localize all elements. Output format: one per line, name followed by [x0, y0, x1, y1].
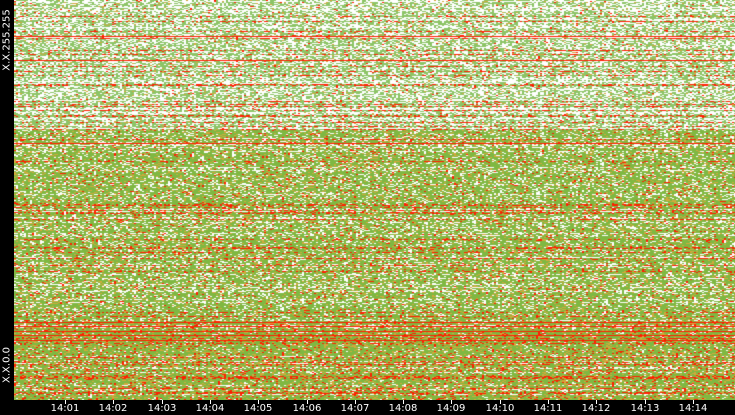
x-tick-label: 14:04 — [195, 403, 225, 414]
x-tick-label: 14:11 — [533, 403, 563, 414]
x-tick-label: 14:09 — [436, 403, 466, 414]
x-tick-label: 14:07 — [340, 403, 370, 414]
x-tick-label: 14:05 — [243, 403, 273, 414]
x-tick-label: 14:12 — [581, 403, 611, 414]
y-tick-label-bottom: X.X.0.0 — [1, 347, 13, 383]
heatmap-canvas — [14, 0, 735, 400]
y-axis: X.X.255.255 X.X.0.0 — [0, 0, 14, 400]
x-tick-label: 14:03 — [147, 403, 177, 414]
x-tick-label: 14:13 — [630, 403, 660, 414]
x-tick-label: 14:08 — [388, 403, 418, 414]
x-axis: 14:01 14:02 14:03 14:04 14:05 14:06 14:07 14:08… — [0, 400, 735, 415]
x-tick-label: 14:10 — [485, 403, 515, 414]
x-tick-label: 14:02 — [98, 403, 128, 414]
x-tick-label: 14:01 — [50, 403, 80, 414]
heatmap-plot-area — [14, 0, 735, 400]
y-tick-label-top: X.X.255.255 — [1, 9, 13, 71]
x-tick-label: 14:06 — [292, 403, 322, 414]
x-tick-label: 14:14 — [678, 403, 708, 414]
